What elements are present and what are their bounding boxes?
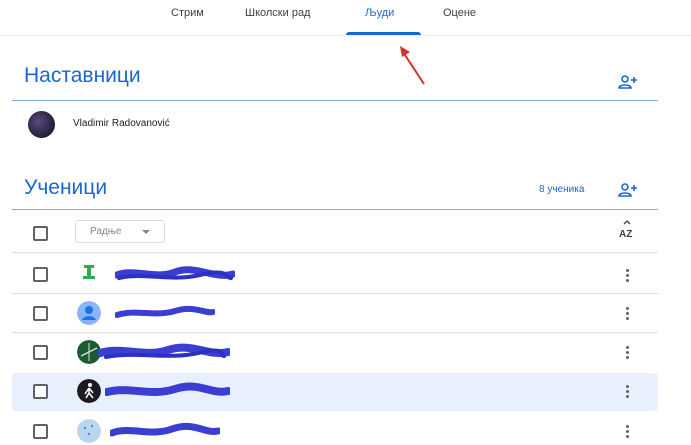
teachers-heading: Наставници [24, 64, 141, 87]
row-divider [12, 293, 658, 294]
person-add-icon[interactable] [618, 182, 638, 198]
select-all-checkbox[interactable] [33, 226, 48, 241]
person-add-icon[interactable] [618, 74, 638, 90]
top-tabs: Стрим Школски рад Људи Оцене [0, 0, 691, 36]
students-divider [12, 209, 658, 210]
actions-dropdown-label: Радње [90, 226, 122, 237]
more-vert-icon[interactable] [625, 385, 631, 399]
row-checkbox[interactable] [33, 306, 48, 321]
redacted-name [105, 382, 230, 396]
tab-grades[interactable]: Оцене [443, 7, 476, 19]
redacted-name [110, 422, 220, 437]
more-vert-icon[interactable] [625, 307, 631, 321]
redacted-name [98, 343, 230, 359]
teachers-divider [12, 100, 658, 101]
teacher-name[interactable]: Vladimir Radovanović [73, 118, 170, 129]
active-tab-indicator [346, 32, 421, 35]
dark-figure-avatar [77, 379, 101, 403]
green-pin-avatar [83, 265, 95, 279]
tab-stream[interactable]: Стрим [171, 7, 204, 19]
caret-down-icon [142, 230, 150, 234]
more-vert-icon[interactable] [625, 425, 631, 439]
students-heading: Ученици [24, 176, 108, 199]
redacted-name [115, 266, 235, 280]
more-vert-icon[interactable] [625, 269, 631, 283]
row-checkbox[interactable] [33, 424, 48, 439]
avatar [28, 111, 55, 138]
row-checkbox[interactable] [33, 267, 48, 282]
svg-text:AZ: AZ [619, 229, 632, 240]
redacted-name [115, 305, 215, 318]
light-blue-avatar [77, 419, 101, 443]
list-item[interactable] [12, 296, 658, 334]
actions-dropdown[interactable]: Радње [75, 220, 165, 243]
more-vert-icon[interactable] [625, 346, 631, 360]
default-person-avatar [77, 301, 101, 325]
tab-people[interactable]: Људи [365, 7, 394, 19]
row-divider [12, 252, 658, 253]
list-item[interactable] [12, 255, 658, 293]
row-divider [12, 332, 658, 333]
sort-az-icon[interactable]: AZ [618, 220, 636, 240]
row-checkbox[interactable] [33, 384, 48, 399]
row-checkbox[interactable] [33, 345, 48, 360]
list-item[interactable] [12, 413, 658, 445]
annotation-arrow [400, 46, 425, 85]
student-count: 8 ученика [539, 184, 585, 195]
tab-classwork[interactable]: Школски рад [245, 7, 310, 19]
